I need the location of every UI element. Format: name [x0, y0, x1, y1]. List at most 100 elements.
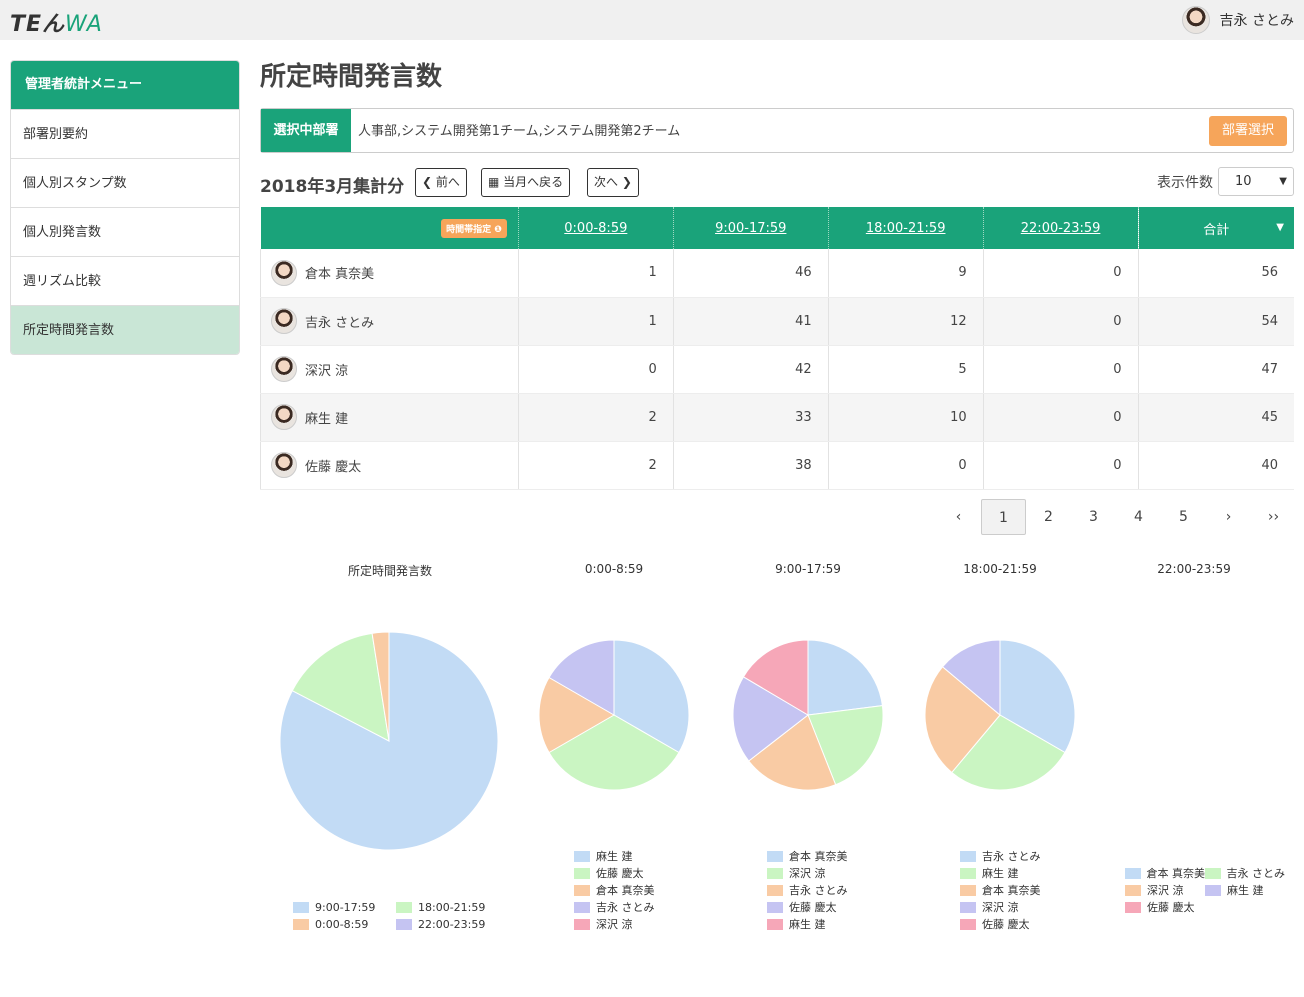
- prev-button[interactable]: ❮ 前へ: [415, 168, 467, 197]
- legend-swatch: [960, 885, 976, 896]
- pie-slice[interactable]: [941, 639, 1001, 717]
- legend-item[interactable]: 深沢 涼: [767, 865, 848, 882]
- col-header-link-2[interactable]: 18:00-21:59: [866, 221, 946, 236]
- legend-item[interactable]: 吉永 さとみ: [1205, 865, 1285, 882]
- page-prev[interactable]: ‹: [936, 499, 981, 535]
- pie-slice[interactable]: [807, 705, 884, 786]
- legend-item[interactable]: 麻生 建: [574, 848, 655, 865]
- legend-swatch: [1125, 902, 1141, 913]
- legend-item[interactable]: 吉永 さとみ: [960, 848, 1041, 865]
- row-name: 深沢 涼: [305, 363, 349, 379]
- legend-item[interactable]: 麻生 建: [960, 865, 1041, 882]
- current-month-button[interactable]: ▦ 当月へ戻る: [481, 168, 571, 197]
- legend-item[interactable]: 18:00-21:59: [396, 899, 499, 916]
- pie-slice[interactable]: [732, 676, 809, 762]
- sidebar-item-weekly-rhythm[interactable]: 週リズム比較: [11, 256, 239, 305]
- legend-item[interactable]: 倉本 真奈美: [1125, 865, 1205, 882]
- sidebar: 管理者統計メニュー 部署別要約 個人別スタンプ数 個人別発言数 週リズム比較 所…: [10, 60, 240, 355]
- user-menu[interactable]: 吉永 さとみ: [1181, 6, 1294, 34]
- legend-swatch: [1205, 885, 1221, 896]
- dept-selection: 選択中部署 人事部,システム開発第1チーム,システム開発第2チーム 部署選択: [260, 108, 1294, 153]
- page-5[interactable]: 5: [1161, 499, 1206, 535]
- page-3[interactable]: 3: [1071, 499, 1116, 535]
- pie-slice[interactable]: [279, 631, 499, 851]
- total-cell: 56: [1137, 249, 1294, 298]
- time-filter-button[interactable]: 時間帯指定 ❶: [441, 218, 507, 238]
- period-label: 2018年3月集計分: [260, 177, 405, 197]
- avatar: [271, 308, 297, 334]
- value-cell: 1: [517, 249, 674, 298]
- col-header-2[interactable]: 18:00-21:59: [827, 207, 984, 249]
- legend-label: 深沢 涼: [596, 918, 633, 931]
- col-header-3[interactable]: 22:00-23:59: [982, 207, 1139, 249]
- dept-select-button[interactable]: 部署選択: [1209, 116, 1287, 146]
- row-name: 麻生 建: [305, 411, 349, 427]
- legend-item[interactable]: 22:00-23:59: [396, 916, 499, 933]
- legend-label: 倉本 真奈美: [596, 884, 655, 897]
- sidebar-item-timed-posts[interactable]: 所定時間発言数: [11, 305, 239, 354]
- pie-slice[interactable]: [371, 631, 390, 742]
- table-header-row: 時間帯指定 ❶ 0:00-8:59 9:00-17:59 18:00-21:59…: [260, 207, 1294, 249]
- col-header-link-0[interactable]: 0:00-8:59: [564, 221, 627, 236]
- legend-item[interactable]: 倉本 真奈美: [574, 882, 655, 899]
- sidebar-item-dept-summary[interactable]: 部署別要約: [11, 109, 239, 158]
- legend-item[interactable]: 佐藤 慶太: [960, 916, 1041, 933]
- col-header-0[interactable]: 0:00-8:59: [517, 207, 674, 249]
- pie-slice[interactable]: [548, 714, 680, 791]
- app-logo[interactable]: TEんWA: [10, 6, 103, 38]
- legend-item[interactable]: 深沢 涼: [574, 916, 655, 933]
- legend-swatch: [293, 919, 309, 930]
- count-select[interactable]: 10 ▼: [1218, 167, 1294, 196]
- pie-slice[interactable]: [999, 639, 1076, 754]
- page-2[interactable]: 2: [1026, 499, 1071, 535]
- legend-item[interactable]: 倉本 真奈美: [767, 848, 848, 865]
- page-1[interactable]: 1: [981, 499, 1026, 535]
- avatar: [271, 452, 297, 478]
- caret-down-icon: ▼: [1279, 176, 1287, 187]
- legend-label: 吉永 さとみ: [1226, 867, 1286, 880]
- page-4[interactable]: 4: [1116, 499, 1161, 535]
- pie-slice[interactable]: [742, 639, 809, 716]
- legend-swatch: [767, 868, 783, 879]
- page-next[interactable]: ›: [1206, 499, 1251, 535]
- col-header-1[interactable]: 9:00-17:59: [672, 207, 829, 249]
- legend-item[interactable]: 吉永 さとみ: [574, 899, 655, 916]
- col-header-link-3[interactable]: 22:00-23:59: [1021, 221, 1101, 236]
- pie-slice[interactable]: [748, 714, 837, 791]
- next-button[interactable]: 次へ ❯: [587, 168, 639, 197]
- pie-slice[interactable]: [951, 714, 1066, 791]
- pie-slice[interactable]: [807, 639, 883, 716]
- legend-item[interactable]: 佐藤 慶太: [574, 865, 655, 882]
- pie-slice[interactable]: [291, 632, 390, 742]
- dept-value: 人事部,システム開発第1チーム,システム開発第2チーム: [358, 124, 681, 139]
- prev-label: 前へ: [435, 175, 460, 189]
- legend-label: 佐藤 慶太: [982, 918, 1030, 931]
- name-cell: 倉本 真奈美: [260, 249, 519, 298]
- sort-down-icon: ▼: [1276, 222, 1284, 233]
- legend-item[interactable]: 深沢 涼: [960, 899, 1041, 916]
- legend-swatch: [960, 902, 976, 913]
- col-header-total[interactable]: 合計 ▼: [1137, 207, 1294, 249]
- col-header-link-1[interactable]: 9:00-17:59: [715, 221, 786, 236]
- legend-item[interactable]: 佐藤 慶太: [767, 899, 848, 916]
- pie-slice[interactable]: [924, 666, 1001, 774]
- legend-item[interactable]: 深沢 涼: [1125, 882, 1205, 899]
- pie-legend: 倉本 真奈美 深沢 涼吉永 さとみ 佐藤 慶太 麻生 建: [767, 848, 848, 933]
- sidebar-item-stamp-count[interactable]: 個人別スタンプ数: [11, 158, 239, 207]
- pie-slice[interactable]: [538, 676, 616, 754]
- total-cell: 54: [1137, 297, 1294, 346]
- legend-item[interactable]: 0:00-8:59: [293, 916, 396, 933]
- legend-item[interactable]: 9:00-17:59: [293, 899, 396, 916]
- legend-item[interactable]: 麻生 建: [767, 916, 848, 933]
- total-cell: 40: [1137, 441, 1294, 490]
- page-last[interactable]: ››: [1251, 499, 1296, 535]
- legend-item[interactable]: 佐藤 慶太: [1125, 899, 1205, 916]
- pie-legend: 倉本 真奈美 吉永 さとみ深沢 涼 麻生 建佐藤 慶太: [1125, 865, 1285, 916]
- legend-item[interactable]: 麻生 建: [1205, 882, 1285, 899]
- pie-slice[interactable]: [548, 639, 615, 716]
- pie-slice[interactable]: [613, 639, 690, 754]
- legend-label: 吉永 さとみ: [982, 850, 1041, 863]
- legend-item[interactable]: 倉本 真奈美: [960, 882, 1041, 899]
- legend-item[interactable]: 吉永 さとみ: [767, 882, 848, 899]
- sidebar-item-post-count[interactable]: 個人別発言数: [11, 207, 239, 256]
